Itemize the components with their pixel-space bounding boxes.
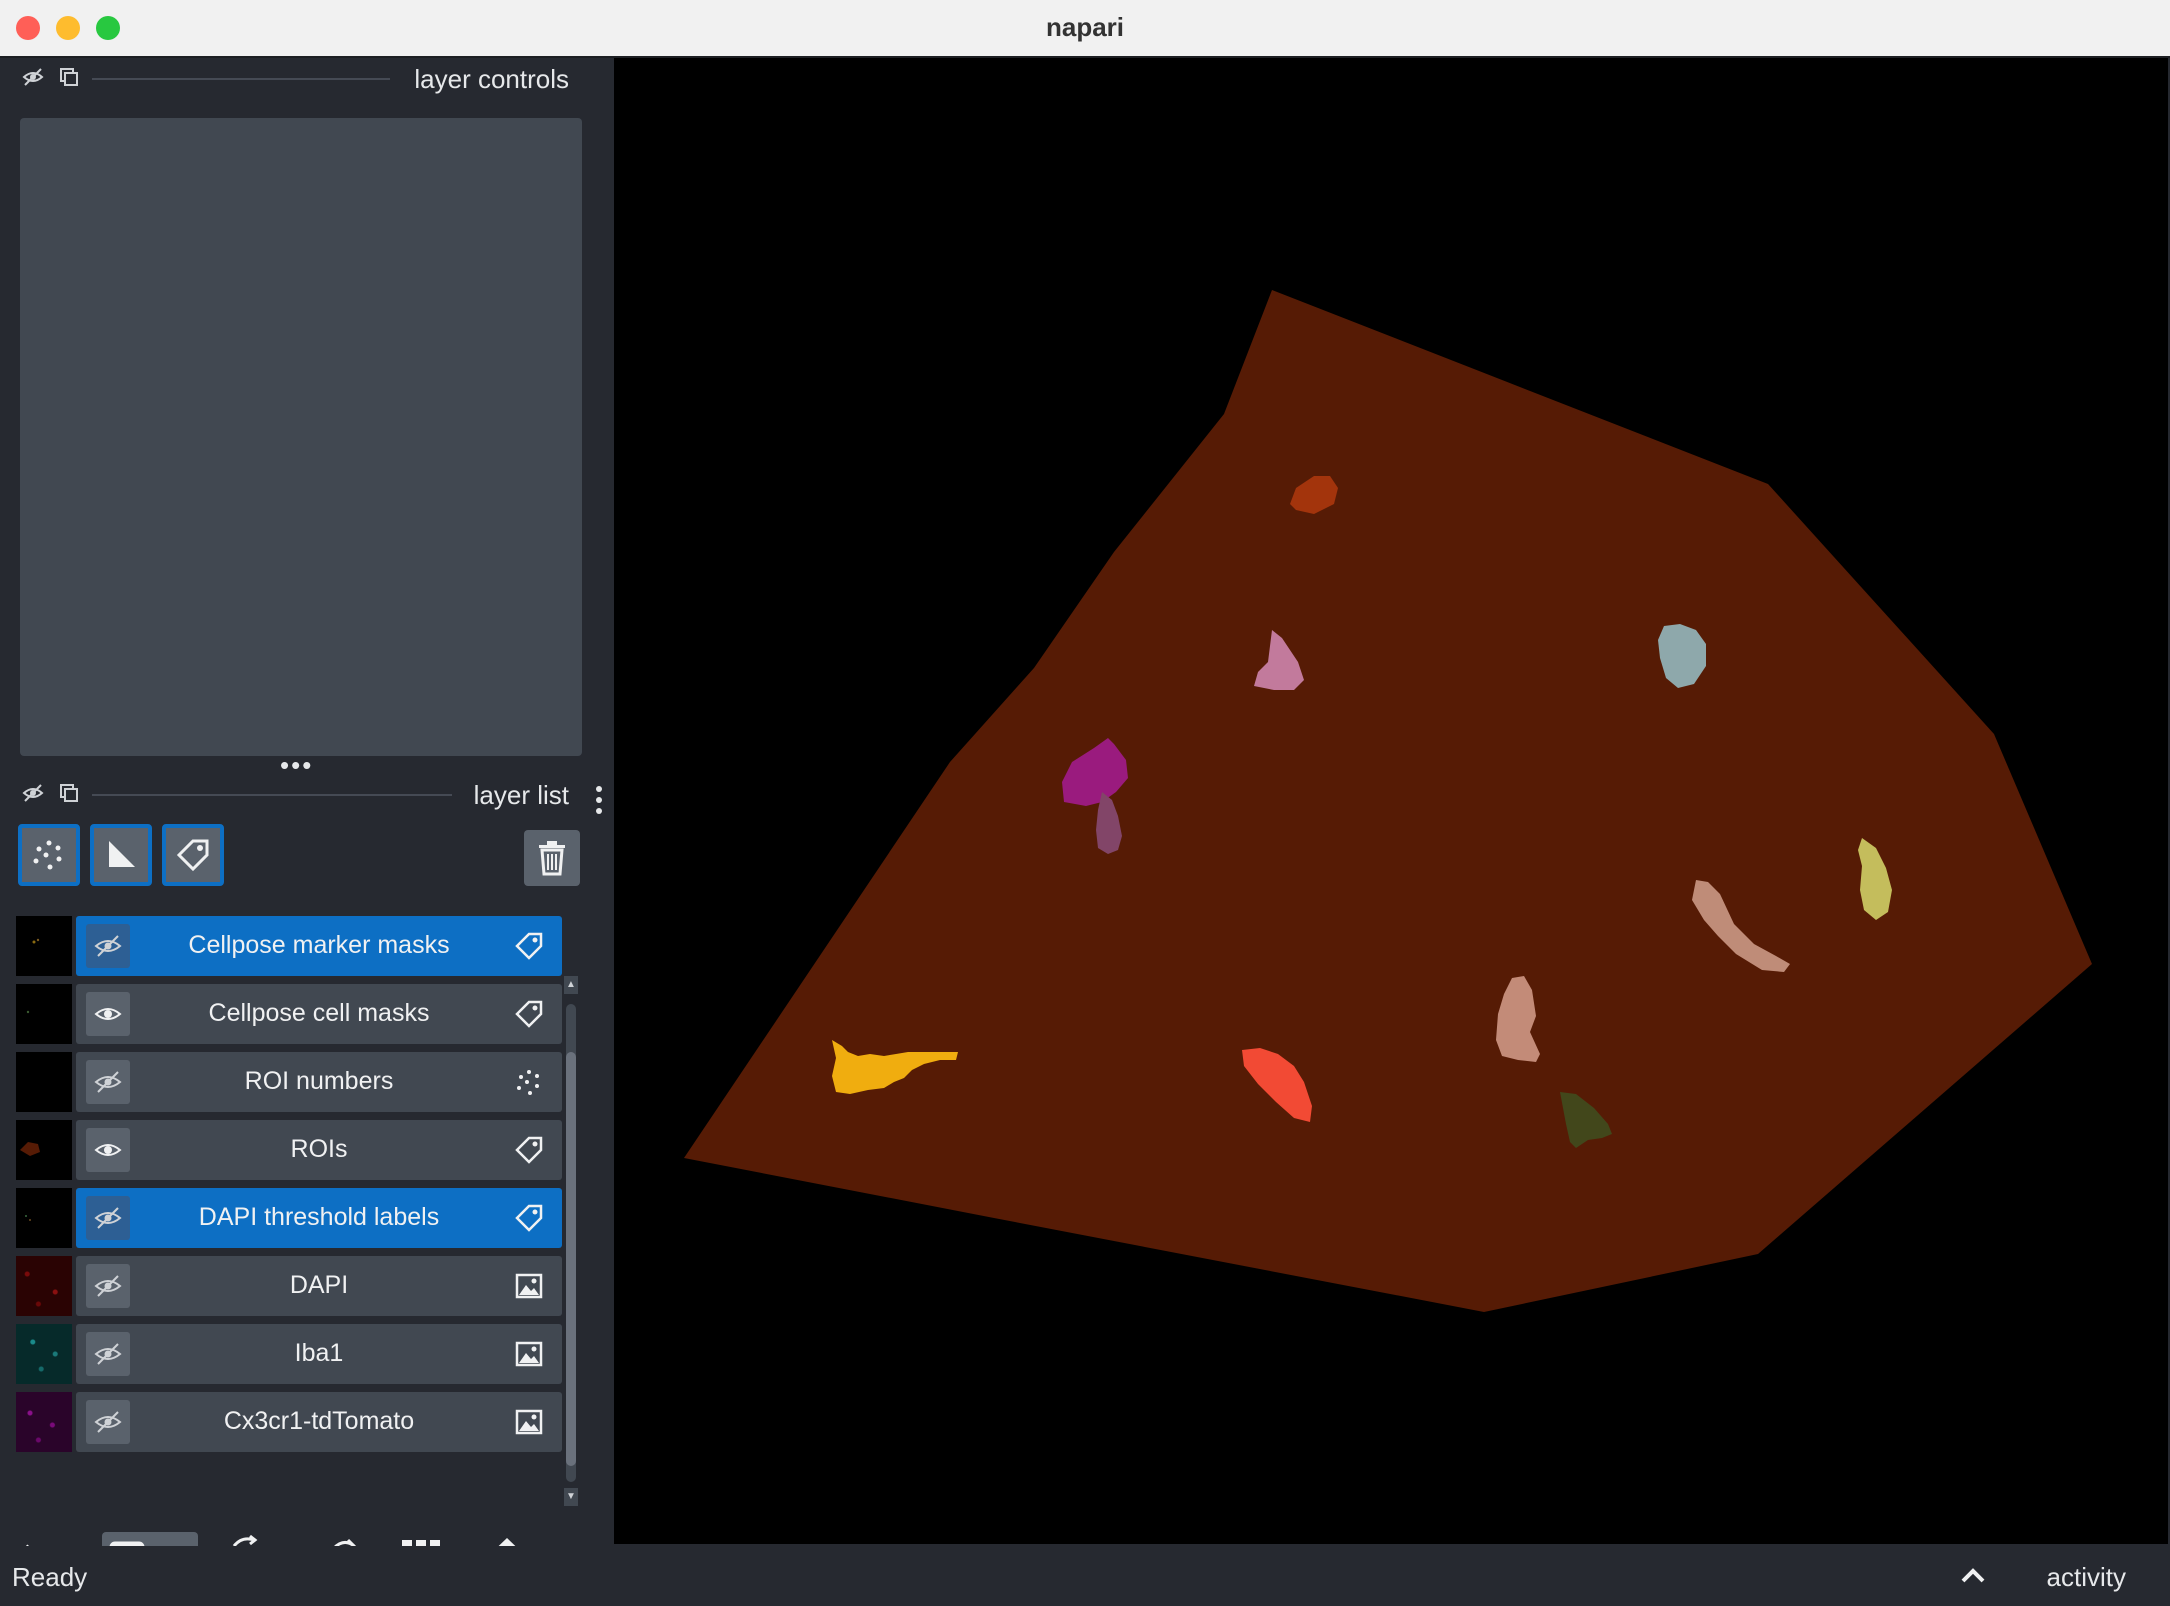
- layer-name[interactable]: Cx3cr1-tdTomato: [136, 1407, 502, 1436]
- layer-name[interactable]: DAPI threshold labels: [136, 1203, 502, 1232]
- visibility-toggle[interactable]: [86, 1196, 130, 1240]
- layer-row-cellpose-marker-masks[interactable]: Cellpose marker masks: [16, 916, 562, 976]
- layer-controls-title: layer controls: [414, 64, 569, 94]
- labels-icon: [514, 999, 544, 1029]
- layer-list-title: layer list: [473, 780, 569, 810]
- layer-name[interactable]: DAPI: [136, 1271, 502, 1300]
- trash-icon: [539, 841, 565, 876]
- eye-hidden-icon: [94, 935, 122, 957]
- scroll-down-arrow[interactable]: ▼: [564, 1488, 578, 1506]
- visibility-toggle[interactable]: [86, 1332, 130, 1376]
- layer-controls-header: layer controls: [0, 58, 606, 98]
- status-bar: Ready activity: [0, 1546, 2170, 1606]
- activity-button[interactable]: activity: [2047, 1562, 2126, 1593]
- chevron-up-icon[interactable]: [1960, 1566, 1986, 1584]
- layer-row-dapi-threshold-labels[interactable]: DAPI threshold labels: [16, 1188, 562, 1248]
- labels-render: [684, 290, 2092, 1312]
- layer-name[interactable]: Cellpose marker masks: [136, 931, 502, 960]
- layer-thumbnail: [16, 1120, 72, 1180]
- float-panel-icon[interactable]: [58, 66, 80, 88]
- layer-row-cellpose-cell-masks[interactable]: Cellpose cell masks: [16, 984, 562, 1044]
- layer-name[interactable]: ROIs: [136, 1135, 502, 1164]
- layer-list: Cellpose marker masks Cellpose cell mask…: [16, 916, 562, 1512]
- roi-region: [684, 290, 2092, 1312]
- delete-layer-button[interactable]: [524, 830, 580, 886]
- visibility-toggle[interactable]: [86, 1400, 130, 1444]
- eye-hidden-icon: [94, 1343, 122, 1365]
- layer-thumbnail: [16, 1324, 72, 1384]
- toggle-visibility-icon[interactable]: [22, 782, 44, 804]
- layer-row-cx3cr1-tdtomato[interactable]: Cx3cr1-tdTomato: [16, 1392, 562, 1452]
- labels-icon: [514, 1203, 544, 1233]
- layer-thumbnail: [16, 984, 72, 1044]
- scroll-thumb[interactable]: [566, 1052, 576, 1466]
- layer-name[interactable]: ROI numbers: [136, 1067, 502, 1096]
- window-title: napari: [1045, 12, 1125, 42]
- eye-visible-icon: [94, 1008, 122, 1020]
- scroll-up-arrow[interactable]: ▲: [564, 976, 578, 994]
- layer-list-header: layer list: [0, 774, 606, 814]
- eye-visible-icon: [94, 1144, 122, 1156]
- visibility-toggle[interactable]: [86, 1060, 130, 1104]
- float-panel-icon[interactable]: [58, 782, 80, 804]
- new-points-icon: [33, 840, 62, 870]
- layer-row-dapi[interactable]: DAPI: [16, 1256, 562, 1316]
- visibility-toggle[interactable]: [86, 924, 130, 968]
- more-options-icon[interactable]: [596, 786, 602, 819]
- points-icon: [514, 1067, 544, 1097]
- new-labels-layer-button[interactable]: [162, 824, 224, 886]
- new-shapes-icon: [109, 841, 135, 867]
- layer-row-rois[interactable]: ROIs: [16, 1120, 562, 1180]
- layer-name[interactable]: Cellpose cell masks: [136, 999, 502, 1028]
- labels-icon: [514, 931, 544, 961]
- eye-hidden-icon: [94, 1411, 122, 1433]
- header-divider[interactable]: [92, 794, 452, 796]
- layer-list-scrollbar[interactable]: ▲ ▼: [564, 976, 578, 1510]
- layer-name[interactable]: Iba1: [136, 1339, 502, 1368]
- new-shapes-layer-button[interactable]: [90, 824, 152, 886]
- toggle-visibility-icon[interactable]: [22, 66, 44, 88]
- header-divider[interactable]: [92, 78, 390, 80]
- visibility-toggle[interactable]: [86, 992, 130, 1036]
- layer-thumbnail: [16, 1052, 72, 1112]
- new-labels-icon: [176, 839, 209, 872]
- status-text: Ready: [12, 1562, 88, 1592]
- visibility-toggle[interactable]: [86, 1128, 130, 1172]
- eye-hidden-icon: [94, 1207, 122, 1229]
- image-icon: [514, 1407, 544, 1437]
- labels-icon: [514, 1135, 544, 1165]
- panel-splitter-handle[interactable]: •••: [280, 752, 313, 778]
- layer-thumbnail: [16, 1256, 72, 1316]
- image-icon: [514, 1271, 544, 1301]
- layer-thumbnail: [16, 1188, 72, 1248]
- layer-thumbnail: [16, 1392, 72, 1452]
- image-icon: [514, 1339, 544, 1369]
- viewer-canvas[interactable]: [614, 58, 2168, 1544]
- visibility-toggle[interactable]: [86, 1264, 130, 1308]
- eye-hidden-icon: [94, 1071, 122, 1093]
- layer-row-iba1[interactable]: Iba1: [16, 1324, 562, 1384]
- new-points-layer-button[interactable]: [18, 824, 80, 886]
- title-bar: napari: [0, 0, 2170, 58]
- layer-row-roi-numbers[interactable]: ROI numbers: [16, 1052, 562, 1112]
- eye-hidden-icon: [94, 1275, 122, 1297]
- left-dock: layer controls ••• layer list Cellpose m…: [0, 58, 606, 1590]
- layer-thumbnail: [16, 916, 72, 976]
- layer-controls-panel: [20, 118, 582, 756]
